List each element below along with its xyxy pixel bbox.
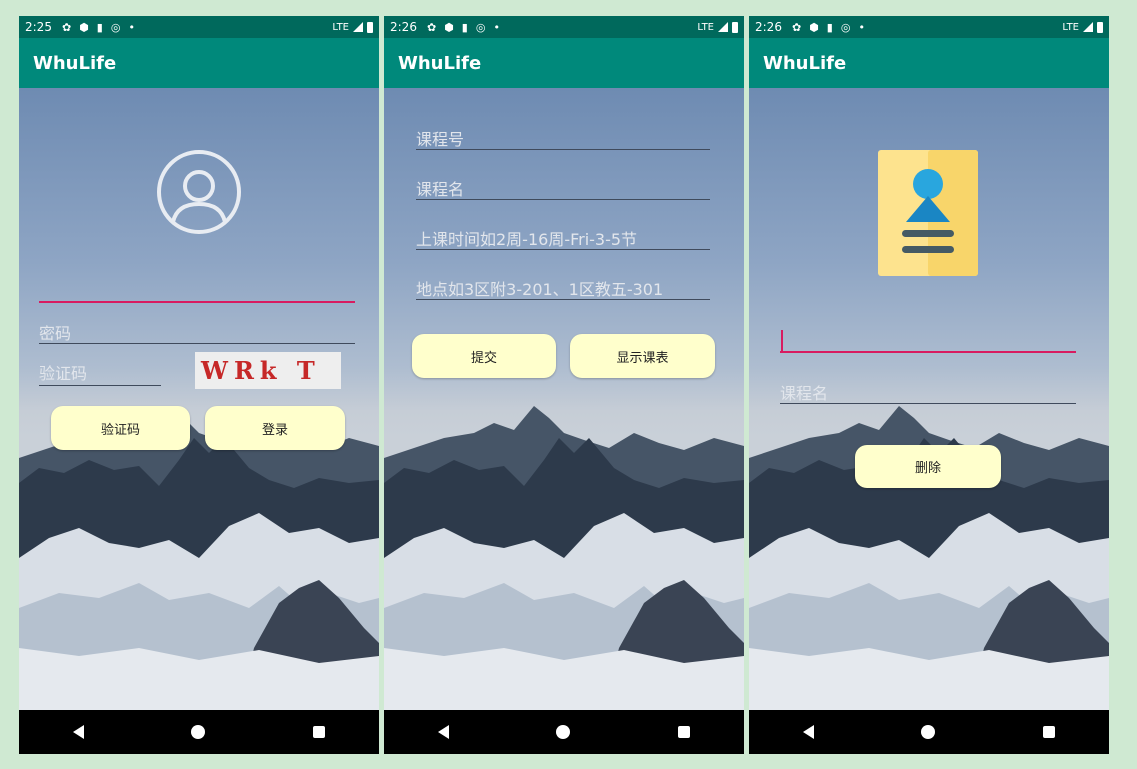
navigation-bar bbox=[749, 710, 1109, 754]
sd-card-icon: ▮ bbox=[461, 20, 468, 34]
signal-icon bbox=[353, 22, 363, 32]
home-icon[interactable] bbox=[556, 725, 571, 739]
signal-icon bbox=[1083, 22, 1093, 32]
app-title: WhuLife bbox=[763, 52, 847, 74]
status-bar: 2:25 ✿ ⬢ ▮ ◎ • LTE bbox=[19, 16, 379, 38]
password-input[interactable]: 密码 bbox=[39, 320, 355, 344]
settings-icon: ✿ bbox=[61, 20, 72, 34]
back-icon[interactable] bbox=[437, 725, 449, 739]
course-name-input[interactable]: 课程名 bbox=[416, 176, 710, 200]
status-time: 2:25 bbox=[25, 20, 52, 34]
recents-icon[interactable] bbox=[678, 726, 691, 738]
add-course-screen: 2:26 ✿ ⬢ ▮ ◎ • LTE WhuLife 课程号 课程名 上课时间如… bbox=[384, 16, 744, 754]
battery-icon bbox=[732, 21, 738, 33]
settings-icon: ✿ bbox=[791, 20, 802, 34]
captcha-input[interactable]: 验证码 bbox=[39, 360, 161, 386]
back-icon[interactable] bbox=[802, 725, 814, 739]
network-label: LTE bbox=[1062, 21, 1079, 33]
id-card-icon bbox=[878, 150, 978, 276]
dot-icon: • bbox=[128, 20, 135, 34]
navigation-bar bbox=[384, 710, 744, 754]
sd-card-icon: ▮ bbox=[96, 20, 103, 34]
delete-button[interactable]: 删除 bbox=[855, 445, 1001, 488]
shield-icon: ⬢ bbox=[444, 20, 454, 34]
submit-button[interactable]: 提交 bbox=[412, 334, 556, 378]
show-schedule-button[interactable]: 显示课表 bbox=[570, 334, 715, 378]
course-number-input[interactable]: 课程号 bbox=[416, 126, 710, 150]
dot-icon: • bbox=[858, 20, 865, 34]
status-time: 2:26 bbox=[390, 20, 417, 34]
background-image: 课程名 删除 bbox=[749, 88, 1109, 710]
user-circle-icon bbox=[157, 150, 241, 234]
home-icon[interactable] bbox=[191, 725, 206, 739]
class-time-input[interactable]: 上课时间如2周-16周-Fri-3-5节 bbox=[416, 226, 710, 250]
background-image: 密码 验证码 WRk T 验证码 登录 bbox=[19, 88, 379, 710]
dot-icon: • bbox=[493, 20, 500, 34]
signal-icon bbox=[718, 22, 728, 32]
course-id-input[interactable] bbox=[780, 330, 1076, 353]
delete-course-screen: 2:26 ✿ ⬢ ▮ ◎ • LTE WhuLife 课程名 删除 bbox=[749, 16, 1109, 754]
status-time: 2:26 bbox=[755, 20, 782, 34]
login-screen: 2:25 ✿ ⬢ ▮ ◎ • LTE WhuLife 密码 验证码 WRk T … bbox=[19, 16, 379, 754]
sync-icon: ◎ bbox=[840, 20, 851, 34]
settings-icon: ✿ bbox=[426, 20, 437, 34]
background-image: 课程号 课程名 上课时间如2周-16周-Fri-3-5节 地点如3区附3-201… bbox=[384, 88, 744, 710]
captcha-image[interactable]: WRk T bbox=[195, 352, 341, 389]
network-label: LTE bbox=[697, 21, 714, 33]
status-bar: 2:26 ✿ ⬢ ▮ ◎ • LTE bbox=[384, 16, 744, 38]
username-input[interactable] bbox=[39, 282, 355, 303]
sd-card-icon: ▮ bbox=[826, 20, 833, 34]
app-title: WhuLife bbox=[33, 52, 117, 74]
app-title: WhuLife bbox=[398, 52, 482, 74]
navigation-bar bbox=[19, 710, 379, 754]
location-input[interactable]: 地点如3区附3-201、1区教五-301 bbox=[416, 276, 710, 300]
app-bar: WhuLife bbox=[384, 38, 744, 88]
sync-icon: ◎ bbox=[475, 20, 486, 34]
sync-icon: ◎ bbox=[110, 20, 121, 34]
status-bar: 2:26 ✿ ⬢ ▮ ◎ • LTE bbox=[749, 16, 1109, 38]
battery-icon bbox=[367, 21, 373, 33]
app-bar: WhuLife bbox=[19, 38, 379, 88]
course-name-input[interactable]: 课程名 bbox=[780, 380, 1076, 404]
recents-icon[interactable] bbox=[1043, 726, 1056, 738]
login-button[interactable]: 登录 bbox=[205, 406, 345, 450]
back-icon[interactable] bbox=[72, 725, 84, 739]
get-captcha-button[interactable]: 验证码 bbox=[51, 406, 190, 450]
network-label: LTE bbox=[332, 21, 349, 33]
battery-icon bbox=[1097, 21, 1103, 33]
shield-icon: ⬢ bbox=[809, 20, 819, 34]
shield-icon: ⬢ bbox=[79, 20, 89, 34]
home-icon[interactable] bbox=[921, 725, 936, 739]
app-bar: WhuLife bbox=[749, 38, 1109, 88]
recents-icon[interactable] bbox=[313, 726, 326, 738]
